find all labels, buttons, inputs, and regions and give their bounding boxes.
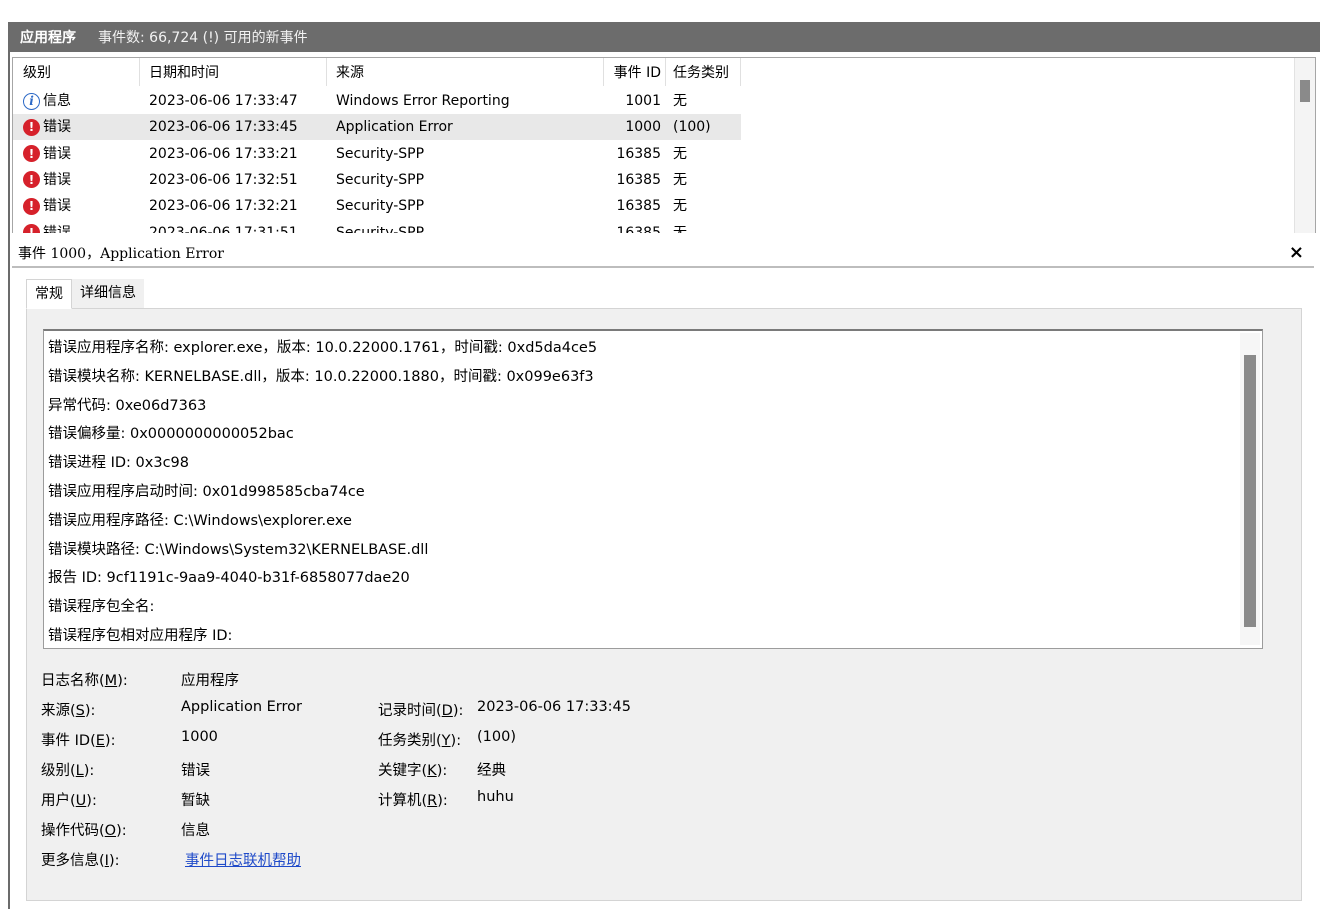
event-row[interactable]: ! 错误 2023-06-06 17:33:45 Application Error 1… — [13, 114, 741, 141]
error-icon: ! — [23, 118, 40, 136]
event-date: 2023-06-06 17:32:21 — [149, 198, 298, 215]
description-scroll-thumb[interactable] — [1244, 355, 1256, 627]
description-line: 错误模块名称: KERNELBASE.dll，版本: 10.0.22000.18… — [48, 368, 594, 385]
close-icon[interactable]: × — [1289, 244, 1314, 262]
event-row[interactable]: ! 错误 2023-06-06 17:31:51 Security-SPP 16385 无 — [13, 220, 741, 234]
event-source: Security-SPP — [336, 145, 425, 162]
log-name-value: 应用程序 — [181, 673, 239, 689]
event-source: Security-SPP — [336, 171, 425, 188]
description-line: 错误应用程序路径: C:\Windows\explorer.exe — [48, 512, 352, 529]
description-line: 错误偏移量: 0x0000000000052bac — [48, 426, 294, 443]
keywords-label: 关键字(K): — [378, 763, 448, 779]
more-info-label: 更多信息(I): — [41, 853, 120, 869]
column-header-row: 级别 日期和时间 来源 事件 ID 任务类别 — [13, 58, 741, 86]
source-label: 来源(S): — [41, 703, 96, 719]
event-task: 无 — [673, 171, 687, 188]
event-list-scrollbar[interactable] — [1294, 58, 1315, 233]
logged-label: 记录时间(D): — [378, 703, 464, 719]
error-icon: ! — [23, 224, 40, 233]
source-value: Application Error — [181, 699, 302, 715]
event-row[interactable]: ! 错误 2023-06-06 17:33:21 Security-SPP 16385 无 — [13, 141, 741, 167]
event-id-value: 1000 — [181, 729, 218, 745]
window-left-border — [8, 22, 10, 909]
log-header: 应用程序 事件数: 66,724 (!) 可用的新事件 — [10, 22, 1320, 52]
event-date: 2023-06-06 17:31:51 — [149, 224, 298, 234]
user-label: 用户(U): — [41, 793, 97, 809]
event-source: Application Error — [336, 119, 453, 136]
event-task: 无 — [673, 198, 687, 215]
event-task: 无 — [673, 93, 687, 109]
description-line: 错误程序包全名: — [48, 599, 155, 616]
description-line: 错误模块路径: C:\Windows\System32\KERNELBASE.d… — [48, 541, 429, 558]
event-row[interactable]: ! 错误 2023-06-06 17:32:51 Security-SPP 16385 无 — [13, 167, 741, 193]
computer-value: huhu — [477, 789, 514, 805]
event-id: 16385 — [616, 198, 661, 215]
event-date: 2023-06-06 17:32:51 — [149, 171, 298, 188]
description-line: 错误程序包相对应用程序 ID: — [48, 627, 233, 644]
event-id: 16385 — [616, 171, 661, 188]
description-line: 报告 ID: 9cf1191c-9aa9-4040-b31f-6858077da… — [48, 570, 410, 587]
description-line: 错误应用程序启动时间: 0x01d998585cba74ce — [48, 483, 365, 500]
online-help-link[interactable]: 事件日志联机帮助 — [185, 849, 301, 870]
column-level[interactable]: 级别 — [23, 58, 135, 88]
event-task: (100) — [673, 119, 711, 136]
event-source: Security-SPP — [336, 224, 425, 234]
event-level: i 信息 — [23, 88, 135, 114]
opcode-label: 操作代码(O): — [41, 823, 127, 839]
event-level: ! 错误 — [23, 167, 135, 193]
event-id: 16385 — [616, 224, 661, 234]
event-level: ! 错误 — [23, 141, 135, 167]
event-source: Security-SPP — [336, 198, 425, 215]
error-icon: ! — [23, 197, 40, 215]
detail-title-bar: 事件 1000，Application Error × — [12, 240, 1314, 268]
description-line: 异常代码: 0xe06d7363 — [48, 397, 207, 414]
column-source[interactable]: 来源 — [336, 58, 364, 88]
event-date: 2023-06-06 17:33:45 — [149, 119, 298, 136]
computer-label: 计算机(R): — [378, 793, 448, 809]
log-name-label: 日志名称(M): — [41, 673, 128, 689]
description-line: 错误应用程序名称: explorer.exe，版本: 10.0.22000.17… — [48, 340, 598, 356]
detail-title: 事件 1000，Application Error — [18, 246, 224, 262]
event-description[interactable]: 错误应用程序名称: explorer.exe，版本: 10.0.22000.17… — [43, 329, 1263, 649]
event-task: 无 — [673, 145, 687, 162]
description-scrollbar[interactable] — [1240, 333, 1260, 645]
level-value: 错误 — [181, 763, 210, 779]
user-value: 暂缺 — [181, 793, 210, 809]
column-task[interactable]: 任务类别 — [673, 58, 729, 88]
event-date: 2023-06-06 17:33:47 — [149, 93, 298, 109]
event-list: 级别 日期和时间 来源 事件 ID 任务类别 i 信息 2023-06-06 17:… — [12, 57, 1316, 233]
info-icon: i — [23, 92, 40, 110]
event-date: 2023-06-06 17:33:21 — [149, 145, 298, 162]
event-level: ! 错误 — [23, 114, 135, 140]
logged-value: 2023-06-06 17:33:45 — [477, 699, 631, 715]
event-row[interactable]: i 信息 2023-06-06 17:33:47 Windows Error Repo… — [13, 88, 741, 114]
event-row[interactable]: ! 错误 2023-06-06 17:32:21 Security-SPP 16385 无 — [13, 193, 741, 219]
event-id: 1000 — [625, 119, 661, 136]
event-id: 1001 — [625, 93, 661, 109]
tab-details[interactable]: 详细信息 — [72, 279, 144, 309]
event-level: ! 错误 — [23, 220, 135, 233]
description-line: 错误进程 ID: 0x3c98 — [48, 455, 189, 472]
error-icon: ! — [23, 171, 40, 189]
level-label: 级别(L): — [41, 763, 95, 779]
error-icon: ! — [23, 145, 40, 163]
event-source: Windows Error Reporting — [336, 93, 510, 109]
tab-general[interactable]: 常规 — [26, 279, 72, 309]
column-date[interactable]: 日期和时间 — [149, 58, 219, 88]
general-tab-panel: 错误应用程序名称: explorer.exe，版本: 10.0.22000.17… — [26, 308, 1302, 901]
event-count: 事件数: 66,724 (!) 可用的新事件 — [98, 30, 308, 46]
opcode-value: 信息 — [181, 823, 210, 839]
column-event-id[interactable]: 事件 ID — [573, 58, 661, 88]
event-id: 16385 — [616, 145, 661, 162]
log-name-title: 应用程序 — [20, 30, 76, 46]
event-task: 无 — [673, 224, 687, 234]
keywords-value: 经典 — [477, 763, 506, 779]
event-level: ! 错误 — [23, 193, 135, 219]
task-value: (100) — [477, 729, 516, 745]
detail-tabs: 常规 详细信息 — [26, 279, 144, 309]
event-list-scroll-thumb[interactable] — [1300, 80, 1310, 102]
task-label: 任务类别(Y): — [378, 733, 462, 749]
event-id-label: 事件 ID(E): — [41, 733, 116, 749]
